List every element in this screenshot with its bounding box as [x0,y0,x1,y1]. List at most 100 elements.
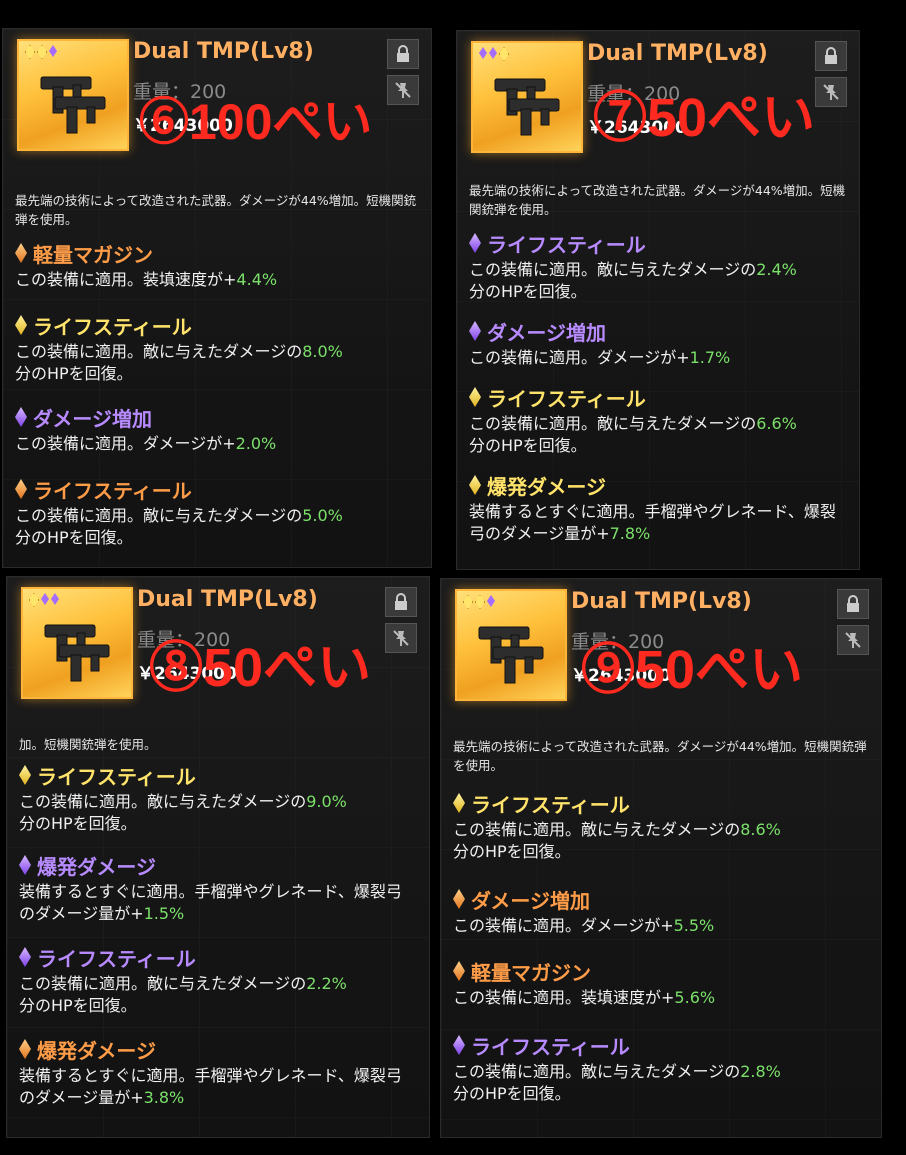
lock-button[interactable] [385,587,417,617]
dual-tmp-weapon-icon [40,76,106,134]
perk-desc-2: 分のHPを回復。 [469,436,587,455]
perk-3: 軽量マガジン この装備に適用。装填速度が+5.6% [453,957,869,1009]
price-annotation: ⑥100ぺい [139,94,373,150]
perk-title: 爆発ダメージ [37,1038,156,1063]
pin-off-icon [823,84,839,100]
perk-desc-2: 分のHPを回復。 [15,364,133,383]
perk-desc: この装備に適用。ダメージが+ [469,348,690,367]
perk-value: 9.0% [306,792,347,811]
item-name: Dual TMP(Lv8) [137,587,318,612]
perk-1: ライフスティール この装備に適用。敵に与えたダメージの9.0% 分のHPを回復。 [19,761,417,835]
item-description: 加。短機関銃弾を使用。 [19,737,157,752]
perk-desc: この装備に適用。敵に与えたダメージの [469,260,757,279]
lock-icon [397,45,409,62]
perk-3: ライフスティール この装備に適用。敵に与えたダメージの2.2% 分のHPを回復。 [19,943,417,1017]
weapon-thumbnail[interactable] [21,587,133,699]
item-card-8: Dual TMP(Lv8) 重量：200 ￥2643000 ⑧50ぺい 加。短機… [6,576,430,1138]
dual-tmp-weapon-icon [44,624,110,682]
perk-1: ライフスティール この装備に適用。敵に与えたダメージの8.6% 分のHPを回復。 [453,789,869,863]
perk-desc: この装備に適用。装填速度が+ [15,270,237,289]
purple-gem-icon [15,407,27,427]
price-annotation: ⑨50ぺい [581,640,804,700]
lock-button[interactable] [815,41,847,71]
perk-value: 7.8% [609,524,651,543]
rarity-gems-icon [463,595,495,609]
purple-gem-icon [19,947,31,967]
perk-value: 6.6% [756,414,797,433]
item-name: Dual TMP(Lv8) [587,41,768,66]
perk-title: ダメージ増加 [471,888,590,913]
yellow-gem-icon [469,475,481,495]
price-annotation: ⑧50ぺい [149,638,372,698]
perk-desc: この装備に適用。敵に与えたダメージの [15,506,303,525]
perk-4: ライフスティール この装備に適用。敵に与えたダメージの2.8% 分のHPを回復。 [453,1031,869,1105]
perk-desc: この装備に適用。敵に与えたダメージの [15,342,303,361]
perk-4: 爆発ダメージ 装備するとすぐに適用。手榴弾やグレネード、爆裂弓のダメージ量が+7… [469,471,847,545]
perk-title: 爆発ダメージ [487,474,606,499]
yellow-gem-icon [453,793,465,813]
item-name: Dual TMP(Lv8) [571,589,752,614]
perk-desc: この装備に適用。ダメージが+ [15,434,236,453]
perk-title: 軽量マガジン [471,960,591,985]
perk-2: ダメージ増加 この装備に適用。ダメージが+1.7% [469,317,847,369]
perk-title: ダメージ増加 [487,320,606,345]
dual-tmp-weapon-icon [478,626,544,684]
unpin-button[interactable] [837,625,869,655]
perk-1: 軽量マガジン この装備に適用。装填速度が+4.4% [15,239,419,291]
perk-value: 1.5% [143,904,185,923]
perk-desc: この装備に適用。敵に与えたダメージの [469,414,757,433]
lock-icon [395,593,407,610]
orange-gem-icon [15,479,27,499]
perk-value: 2.0% [235,434,277,453]
perk-2: 爆発ダメージ 装備するとすぐに適用。手榴弾やグレネード、爆裂弓のダメージ量が+1… [19,851,417,925]
item-description: 最先端の技術によって改造された武器。ダメージが44%増加。短機関銃弾を使用。 [15,193,417,227]
perk-value: 3.8% [143,1088,185,1107]
rarity-gems-icon [29,593,59,607]
perk-desc-2: 分のHPを回復。 [15,528,133,547]
yellow-gem-icon [469,387,481,407]
perk-desc: 装備するとすぐに適用。手榴弾やグレネード、爆裂弓のダメージ量が+ [19,882,402,923]
perk-value: 5.0% [302,506,343,525]
perk-title: ライフスティール [487,232,646,257]
perk-4: ライフスティール この装備に適用。敵に与えたダメージの5.0% 分のHPを回復。 [15,475,419,549]
perk-desc-2: 分のHPを回復。 [453,1084,571,1103]
lock-button[interactable] [387,39,419,69]
perk-desc: この装備に適用。敵に与えたダメージの [19,792,307,811]
perk-1: ライフスティール この装備に適用。敵に与えたダメージの2.4% 分のHPを回復。 [469,229,847,303]
purple-gem-icon [453,1035,465,1055]
perk-desc: この装備に適用。敵に与えたダメージの [19,974,307,993]
perk-desc: 装備するとすぐに適用。手榴弾やグレネード、爆裂弓のダメージ量が+ [19,1066,402,1107]
lock-button[interactable] [837,589,869,619]
perk-desc: 装備するとすぐに適用。手榴弾やグレネード、爆裂弓のダメージ量が+ [469,502,836,543]
weapon-thumbnail[interactable] [471,41,583,153]
weapon-thumbnail[interactable] [455,589,567,701]
item-description: 最先端の技術によって改造された武器。ダメージが44%増加。短機関銃弾を使用。 [469,183,846,217]
item-name: Dual TMP(Lv8) [133,39,314,64]
orange-gem-icon [15,243,27,263]
purple-gem-icon [19,855,31,875]
perk-desc-2: 分のHPを回復。 [19,814,137,833]
pin-off-icon [393,630,409,646]
unpin-button[interactable] [385,623,417,653]
perk-value: 2.4% [756,260,797,279]
rarity-gems-icon [479,47,509,61]
unpin-button[interactable] [815,77,847,107]
weapon-thumbnail[interactable] [17,39,129,151]
perk-desc: この装備に適用。敵に与えたダメージの [453,1062,741,1081]
item-description: 最先端の技術によって改造された武器。ダメージが44%増加。短機関銃弾を使用。 [453,739,867,773]
orange-gem-icon [19,1039,31,1059]
perk-desc: この装備に適用。装填速度が+ [453,988,675,1007]
lock-icon [825,47,837,64]
perk-title: ダメージ増加 [33,406,152,431]
perk-desc-2: 分のHPを回復。 [453,842,571,861]
perk-desc-2: 分のHPを回復。 [469,282,587,301]
perk-value: 5.6% [674,988,716,1007]
perk-value: 8.0% [302,342,343,361]
pin-off-icon [845,632,861,648]
purple-gem-icon [469,321,481,341]
unpin-button[interactable] [387,75,419,105]
item-card-7: Dual TMP(Lv8) 重量：200 ￥2643000 ⑦50ぺい 最先端の… [456,30,860,570]
perk-desc: この装備に適用。ダメージが+ [453,916,674,935]
perk-value: 5.5% [673,916,715,935]
perk-desc: この装備に適用。敵に与えたダメージの [453,820,741,839]
